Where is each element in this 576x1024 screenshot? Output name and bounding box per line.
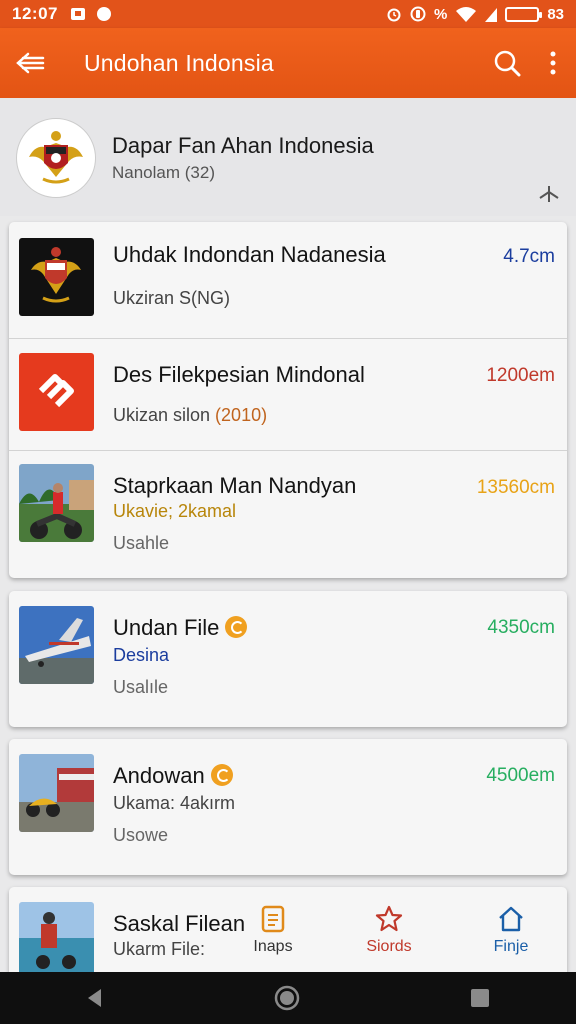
alarm-icon <box>387 8 401 22</box>
bottom-nav: Inaps Siords Finje <box>0 890 576 972</box>
battery-icon <box>505 6 543 22</box>
nav-home-icon[interactable] <box>274 985 300 1011</box>
item-value: 4500em <box>486 765 555 786</box>
list-item[interactable]: Uhdak Indondan Nadanesia Ukziran S(NG) 4… <box>9 222 567 338</box>
compass-icon <box>96 7 112 21</box>
item-title: Uhdak Indondan Nadanesia <box>113 242 386 267</box>
pin-icon[interactable] <box>538 184 560 204</box>
more-button[interactable] <box>530 28 576 98</box>
item-meta: Usalıle <box>113 677 169 697</box>
search-button[interactable] <box>484 28 530 98</box>
nav-label: Inaps <box>253 938 293 955</box>
more-vert-icon <box>550 51 556 75</box>
status-bar: 12:07 % 83 <box>0 0 576 28</box>
header-section: Dapar Fan Ahan Indonesia Nanolam (32) <box>0 98 576 216</box>
item-subtitle: Ukziran S(NG) <box>113 288 231 308</box>
header-title: Dapar Fan Ahan Indonesia <box>112 133 374 158</box>
percent-icon: % <box>433 5 448 23</box>
item-value: 4.7cm <box>503 246 555 267</box>
item-title: Des Filekpesian Mindonal <box>113 362 365 387</box>
nav-label: Siords <box>366 938 412 955</box>
item-thumbnail <box>19 754 94 832</box>
item-meta: Usowe <box>113 825 169 845</box>
item-title: Staprkaan Man Nandyan <box>113 473 357 498</box>
item-title: Undan File <box>113 615 248 641</box>
emblem-logo <box>16 118 96 198</box>
item-thumbnail <box>19 353 94 431</box>
back-button[interactable] <box>0 28 60 98</box>
item-meta: Usahle <box>113 533 170 553</box>
item-subtitle: Desina <box>113 645 170 665</box>
item-subtitle: Ukizan silon (2010) <box>113 405 267 426</box>
item-thumbnail <box>19 464 94 542</box>
star-icon <box>375 905 403 932</box>
status-time: 12:07 <box>12 4 58 23</box>
item-subtitle: Ukama: 4akırm <box>113 793 236 813</box>
battery-level: 83 <box>547 5 564 23</box>
item-thumbnail <box>19 606 94 684</box>
item-value: 4350cm <box>487 617 555 638</box>
wifi-icon <box>456 7 477 22</box>
home-icon <box>499 906 523 932</box>
item-title-text: Undan File <box>113 615 220 640</box>
back-arrow-icon <box>16 52 45 74</box>
nav-recents-icon[interactable] <box>469 987 491 1009</box>
vibrate-icon <box>410 6 426 22</box>
notification-icon <box>70 7 86 21</box>
item-title: Andowan <box>113 763 233 789</box>
list-item[interactable]: Staprkaan Man Nandyan Ukavie; 2kamal Usa… <box>9 451 567 578</box>
item-year: (2010) <box>215 405 268 425</box>
item-subtitle: Ukavie; 2kamal <box>113 501 237 521</box>
item-value: 1200em <box>486 365 555 386</box>
item-value: 13560cm <box>476 477 555 498</box>
list-card[interactable]: Undan File Desina Usalıle 4350cm <box>9 591 567 727</box>
item-title-text: Andowan <box>113 763 205 788</box>
app-title: Undohan Indonsia <box>84 49 274 76</box>
nav-back-icon[interactable] <box>85 987 105 1009</box>
nav-item-finje[interactable]: Finje <box>476 904 546 956</box>
verified-badge-icon <box>225 616 248 638</box>
item-thumbnail <box>19 238 94 316</box>
signal-icon <box>485 8 498 22</box>
list-item[interactable]: Des Filekpesian Mindonal Ukizan silon (2… <box>9 339 567 450</box>
item-subtitle-text: Ukizan silon <box>113 405 216 425</box>
nav-label: Finje <box>493 938 529 955</box>
document-icon <box>261 905 285 933</box>
nav-item-siords[interactable]: Siords <box>354 904 424 956</box>
list-card[interactable]: Andowan Ukama: 4akırm Usowe 4500em <box>9 739 567 875</box>
system-nav-bar <box>0 972 576 1024</box>
nav-item-inaps[interactable]: Inaps <box>238 904 308 956</box>
header-subtitle: Nanolam (32) <box>112 163 215 182</box>
list-card: Uhdak Indondan Nadanesia Ukziran S(NG) 4… <box>9 222 567 578</box>
verified-badge-icon <box>210 764 233 786</box>
search-icon <box>494 50 521 77</box>
app-bar: Undohan Indonsia <box>0 28 576 98</box>
